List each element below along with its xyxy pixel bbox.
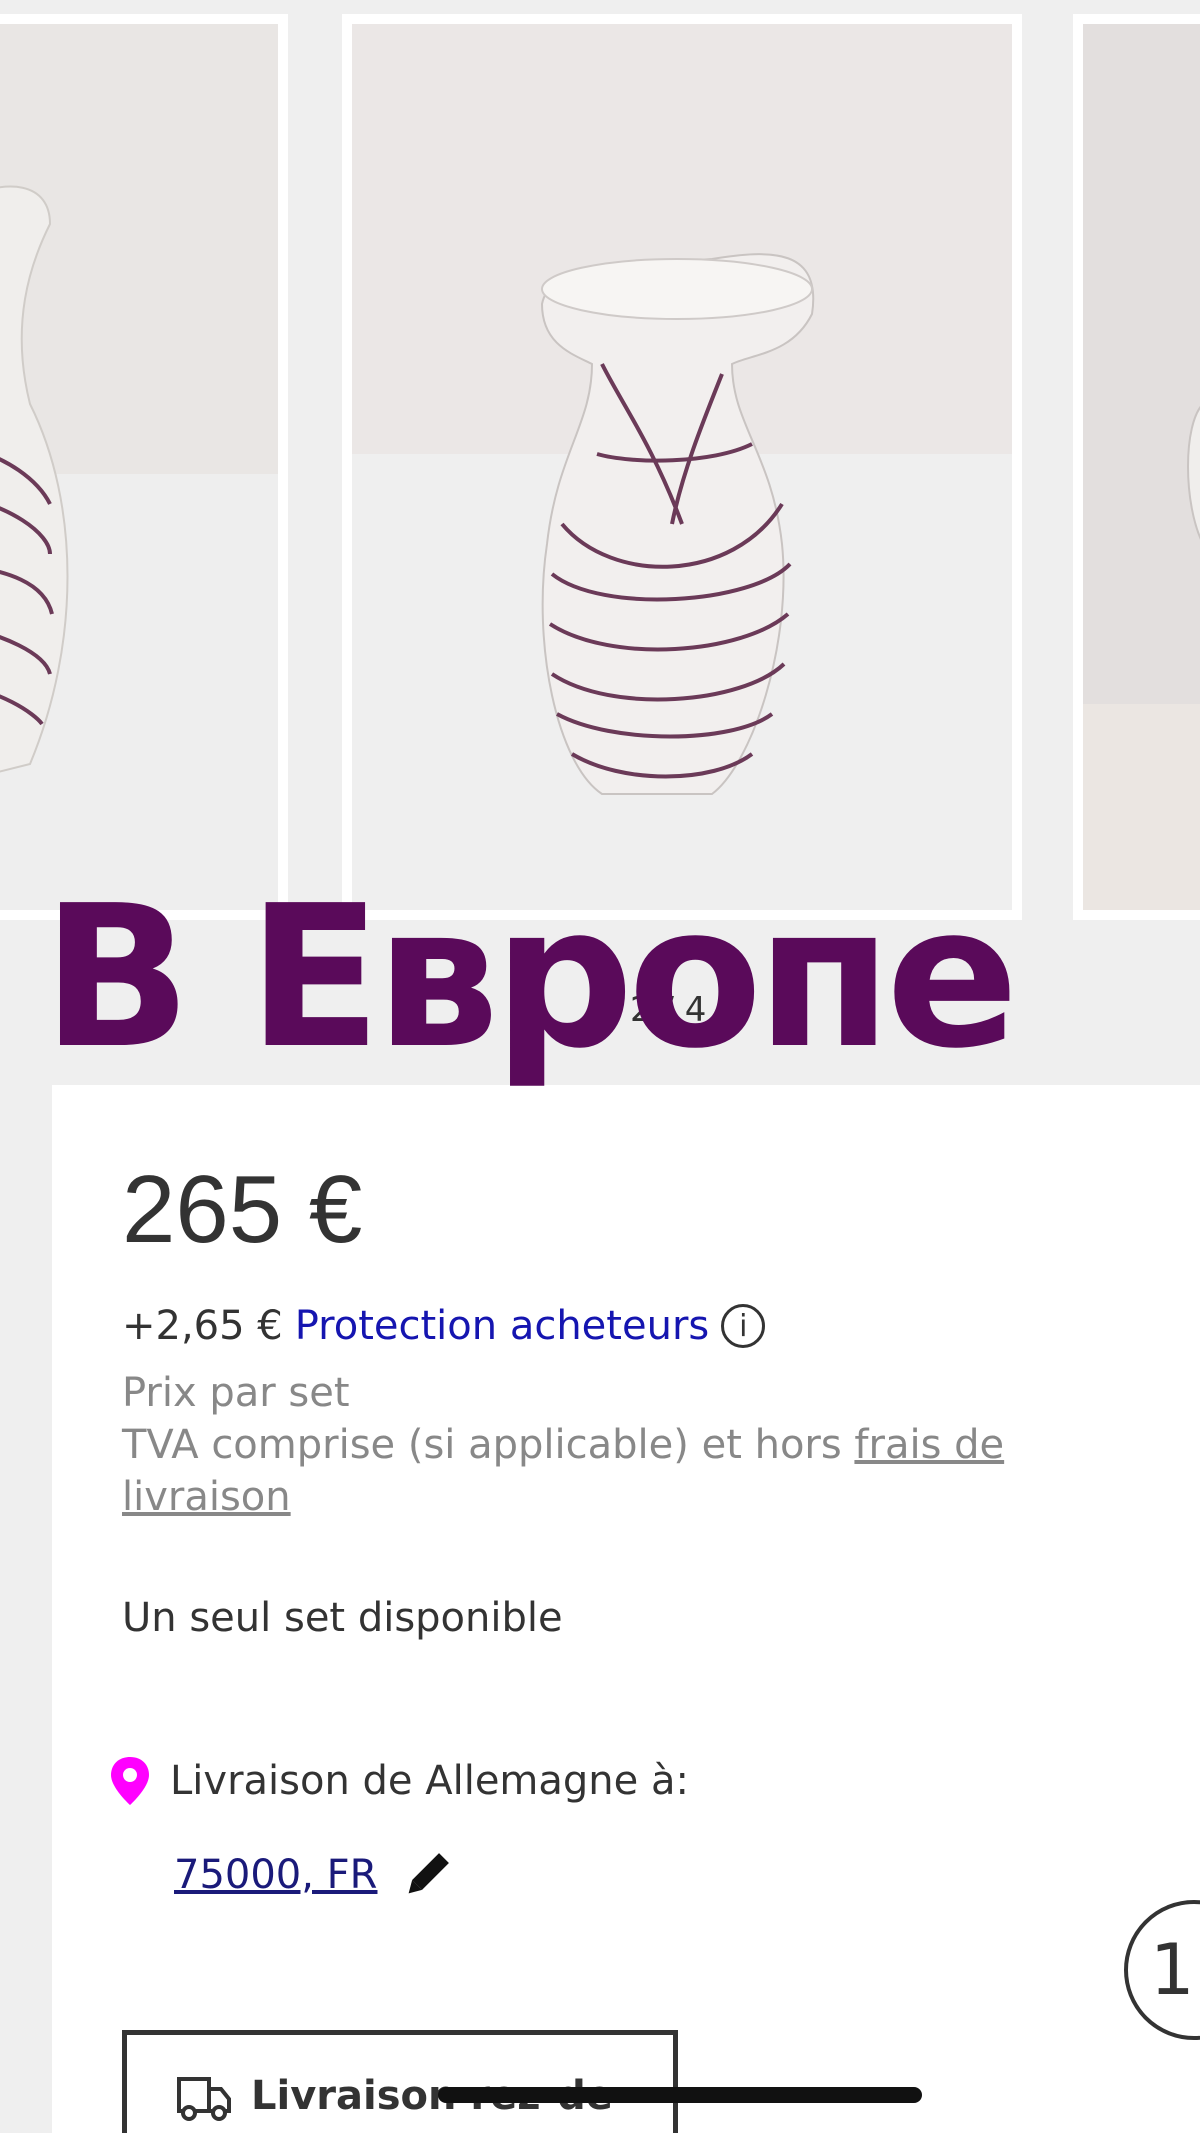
listing-page: 2 / 4 В Европе 265 € +2,65 € Protection … <box>0 0 1200 2133</box>
shipping-origin: Livraison de Allemagne à: <box>108 1755 689 1807</box>
vat-note-text: TVA comprise (si applicable) et hors <box>122 1422 855 1468</box>
pencil-edit-icon[interactable] <box>399 1847 455 1903</box>
vase-photo-left <box>0 24 278 910</box>
vase-photo-center <box>352 24 1012 910</box>
info-icon[interactable]: i <box>721 1304 766 1348</box>
price: 265 € <box>122 1156 363 1263</box>
carousel-slide-previous[interactable] <box>0 14 288 920</box>
listing-info-panel: 265 € +2,65 € Protection acheteurs i Pri… <box>52 1085 1200 2133</box>
home-indicator-bar[interactable] <box>438 2087 922 2103</box>
floating-button-label: 1 <box>1150 1929 1195 2011</box>
photo-carousel[interactable] <box>0 0 1200 920</box>
location-pin-icon <box>111 1757 149 1805</box>
shipping-origin-label: Livraison de Allemagne à: <box>170 1758 689 1804</box>
availability-text: Un seul set disponible <box>122 1595 563 1641</box>
carousel-slide-next[interactable] <box>1073 14 1200 920</box>
overlay-banner-text: В Европе <box>42 864 1019 1092</box>
destination-zip-link[interactable]: 75000, FR <box>174 1852 377 1898</box>
unit-note: Prix par set <box>122 1370 350 1416</box>
buyer-protection-link[interactable]: Protection acheteurs <box>295 1303 709 1349</box>
buyer-protection-line: +2,65 € Protection acheteurs i <box>122 1303 766 1349</box>
vase-photo-right <box>1083 24 1200 910</box>
carousel-slide-current[interactable] <box>342 14 1022 920</box>
delivery-option-card[interactable]: Livraison rez-de- <box>122 2030 678 2133</box>
protection-fee: +2,65 € <box>122 1303 283 1349</box>
destination-line: 75000, FR <box>174 1847 455 1903</box>
truck-icon <box>177 2077 231 2121</box>
vat-note: TVA comprise (si applicable) et hors fra… <box>122 1419 1122 1523</box>
